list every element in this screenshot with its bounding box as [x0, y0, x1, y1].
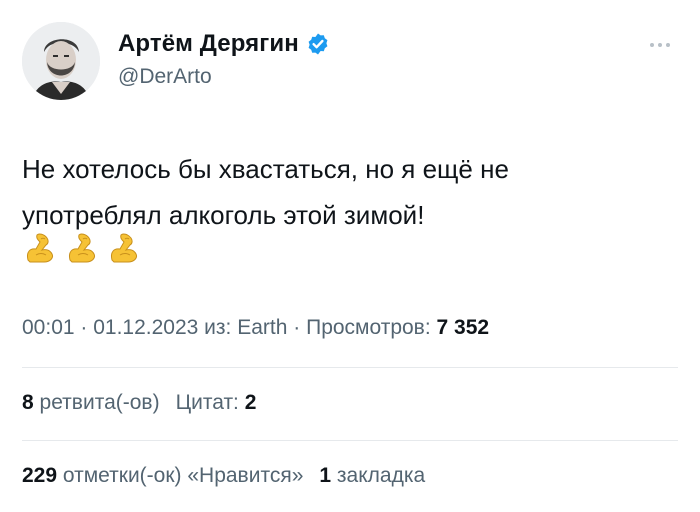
stats-row-likes: 229 отметки(-ок) «Нравится» 1 закладка — [22, 464, 425, 488]
views-count: 7 352 — [436, 316, 490, 339]
bookmarks-label: закладка — [331, 464, 426, 487]
tweet-text: Не хотелось бы хвастаться, но я ещё не у… — [22, 146, 662, 238]
tweet-header: Артём Дерягин @DerArto — [22, 20, 682, 104]
user-handle[interactable]: @DerArto — [118, 65, 212, 89]
stats-row-reposts: 8 ретвита(-ов) Цитат: 2 — [22, 391, 256, 415]
display-name[interactable]: Артём Дерягин — [118, 30, 299, 58]
tweet-text-line: Не хотелось бы хвастаться, но я ещё не — [22, 154, 509, 184]
tweet-date[interactable]: 01.12.2023 — [93, 316, 198, 339]
retweets-count: 8 — [22, 391, 34, 414]
views-label: Просмотров: — [306, 316, 437, 339]
dot — [658, 43, 662, 47]
divider — [22, 367, 678, 368]
bookmarks-link[interactable]: 1 закладка — [319, 464, 425, 487]
flexed-biceps-icon — [69, 233, 95, 263]
dot — [650, 43, 654, 47]
name-row: Артём Дерягин — [118, 30, 330, 58]
dot — [666, 43, 670, 47]
bookmarks-count: 1 — [319, 464, 332, 487]
flexed-biceps-icon — [27, 233, 53, 263]
retweets-label: ретвита(-ов) — [33, 391, 160, 414]
divider — [22, 440, 678, 441]
flexed-biceps-icon — [111, 233, 137, 263]
source-prefix: из: — [198, 316, 238, 339]
verified-badge-icon[interactable] — [306, 32, 330, 56]
separator: · — [287, 316, 307, 339]
likes-count: 229 — [22, 464, 58, 487]
quotes-link[interactable]: Цитат: 2 — [176, 391, 257, 414]
quotes-label: Цитат: — [175, 391, 245, 414]
retweets-link[interactable]: 8 ретвита(-ов) — [22, 391, 160, 414]
more-options-icon[interactable] — [648, 34, 676, 47]
tweet-meta: 00:01 · 01.12.2023 из: Earth · Просмотро… — [22, 316, 489, 340]
quotes-count: 2 — [244, 391, 257, 414]
tweet-time[interactable]: 00:01 — [22, 316, 75, 339]
tweet-source: Earth — [237, 316, 288, 339]
likes-label: отметки(-ок) «Нравится» — [57, 464, 304, 487]
separator: · — [74, 316, 94, 339]
avatar[interactable] — [22, 22, 100, 100]
avatar-image — [22, 22, 100, 100]
likes-link[interactable]: 229 отметки(-ок) «Нравится» — [22, 464, 303, 487]
emoji-row — [22, 230, 142, 266]
